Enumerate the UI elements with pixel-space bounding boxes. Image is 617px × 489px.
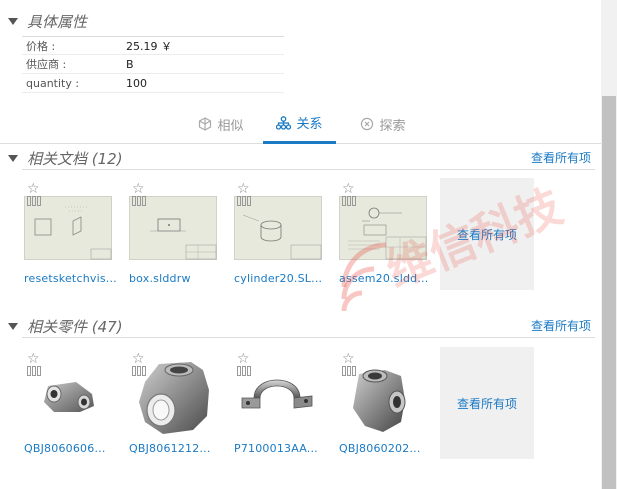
documents-title: 相关文档 (12) — [27, 150, 123, 168]
divider — [22, 337, 595, 338]
part-name[interactable]: QBJ8060202... — [339, 442, 421, 455]
documents-see-all-tile[interactable]: 查看所有项 — [440, 178, 534, 290]
attributes-section-header[interactable]: 具体属性 — [8, 11, 87, 32]
documents-section-header[interactable]: 相关文档 (12) — [8, 148, 123, 169]
document-name[interactable]: box.slddrw — [129, 272, 191, 285]
favorite-star-icon[interactable]: ☆ — [132, 182, 145, 196]
document-name[interactable]: cylinder20.SL... — [234, 272, 322, 285]
parts-see-all-link[interactable]: 查看所有项 — [531, 317, 591, 334]
attribute-row: 价格 : 25.19 ￥ — [22, 36, 284, 55]
tab-label: 探索 — [379, 118, 406, 134]
favorite-star-icon[interactable]: ☆ — [237, 182, 250, 196]
explore-icon — [360, 117, 374, 131]
hierarchy-icon — [276, 115, 292, 130]
status-boxes-icon — [27, 366, 41, 376]
favorite-star-icon[interactable]: ☆ — [342, 182, 355, 196]
attributes-table: 价格 : 25.19 ￥ 供应商 : B quantity : 100 — [22, 36, 284, 93]
attribute-key: quantity : — [26, 76, 80, 90]
attribute-value: B — [126, 57, 134, 71]
divider — [22, 169, 595, 170]
favorite-star-icon[interactable]: ☆ — [27, 352, 40, 366]
attributes-title: 具体属性 — [27, 13, 88, 31]
attribute-key: 价格 : — [26, 39, 56, 53]
collapse-triangle-icon[interactable] — [8, 18, 18, 25]
part-name[interactable]: QBJ8061212... — [129, 442, 211, 455]
status-boxes-icon — [237, 366, 251, 376]
tab-explore[interactable]: 探索 — [352, 104, 414, 144]
cube-icon — [198, 117, 212, 131]
collapse-triangle-icon[interactable] — [8, 155, 18, 162]
documents-see-all-link[interactable]: 查看所有项 — [531, 149, 591, 166]
vertical-scrollbar[interactable] — [601, 0, 617, 489]
favorite-star-icon[interactable]: ☆ — [132, 352, 145, 366]
parts-title: 相关零件 (47) — [27, 318, 123, 336]
attribute-value: 100 — [126, 76, 147, 90]
attribute-key: 供应商 : — [26, 58, 67, 71]
part-name[interactable]: P7100013AA... — [234, 442, 318, 455]
tab-relations[interactable]: 关系 — [263, 104, 336, 144]
favorite-star-icon[interactable]: ☆ — [237, 352, 250, 366]
collapse-triangle-icon[interactable] — [8, 323, 18, 330]
status-boxes-icon — [237, 196, 251, 206]
scrollbar-thumb[interactable] — [602, 96, 616, 489]
status-boxes-icon — [27, 196, 41, 206]
tab-similar[interactable]: 相似 — [190, 104, 252, 144]
document-name[interactable]: resetsketchvis... — [24, 272, 117, 285]
attribute-row: quantity : 100 — [22, 74, 284, 93]
relation-tabs: 相似 关系 探索 — [0, 104, 601, 144]
status-boxes-icon — [342, 366, 356, 376]
attribute-value: 25.19 ￥ — [126, 39, 172, 53]
status-boxes-icon — [132, 196, 146, 206]
document-name[interactable]: assem20.sldd... — [339, 272, 428, 285]
tab-label: 相似 — [217, 118, 244, 134]
parts-see-all-tile[interactable]: 查看所有项 — [440, 347, 534, 459]
relations-panel: 具体属性 价格 : 25.19 ￥ 供应商 : B quantity : 100… — [0, 0, 601, 489]
status-boxes-icon — [342, 196, 356, 206]
status-boxes-icon — [132, 366, 146, 376]
favorite-star-icon[interactable]: ☆ — [342, 352, 355, 366]
parts-section-header[interactable]: 相关零件 (47) — [8, 316, 123, 337]
favorite-star-icon[interactable]: ☆ — [27, 182, 40, 196]
attribute-row: 供应商 : B — [22, 55, 284, 74]
part-name[interactable]: QBJ8060606... — [24, 442, 106, 455]
tab-label: 关系 — [296, 117, 323, 132]
